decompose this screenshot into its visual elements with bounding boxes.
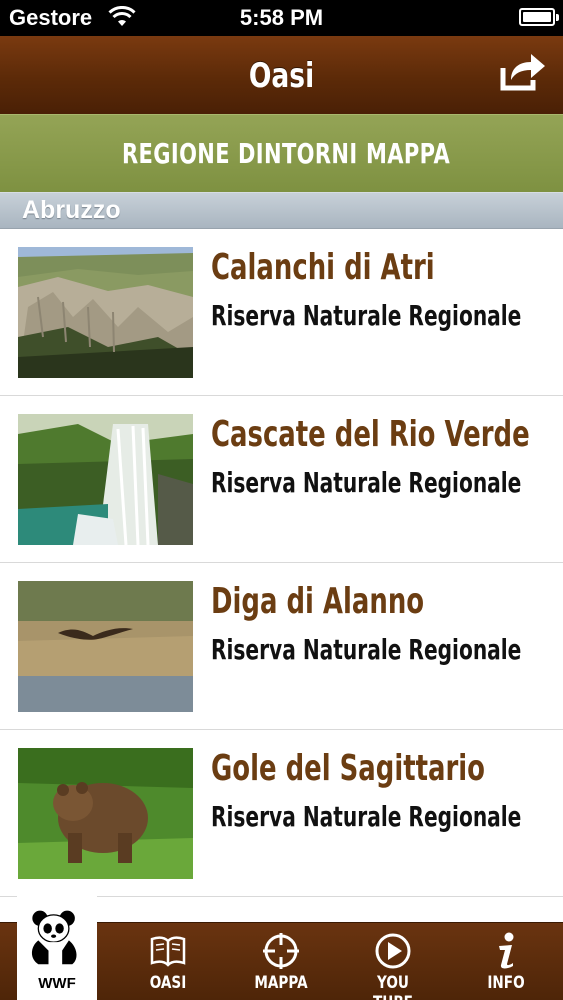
tab-mappa[interactable]: MAPPA	[241, 923, 321, 1000]
battery-icon	[519, 8, 559, 26]
tab-label: OASI	[149, 973, 187, 993]
navigation-bar: Oasi	[0, 36, 563, 114]
list-item[interactable]: Diga di Alanno Riserva Naturale Regional…	[0, 563, 563, 730]
bird-lake-thumbnail	[18, 581, 193, 712]
item-name: Calanchi di Atri	[211, 247, 435, 288]
segment-regione[interactable]: REGIONE	[122, 137, 230, 170]
status-bar: Gestore 5:58 PM	[0, 0, 563, 36]
logo-text: WWF	[38, 975, 76, 992]
segment-dintorni[interactable]: DINTORNI	[238, 137, 358, 170]
info-icon	[499, 932, 514, 969]
segment-mappa[interactable]: MAPPA	[366, 137, 450, 170]
item-type: Riserva Naturale Regionale	[211, 466, 522, 499]
segment-bar: REGIONE DINTORNI MAPPA	[0, 114, 563, 192]
oasis-list: Calanchi di Atri Riserva Naturale Region…	[0, 229, 563, 897]
play-icon	[375, 933, 411, 969]
item-type: Riserva Naturale Regionale	[211, 299, 522, 332]
bear-thumbnail	[18, 748, 193, 879]
waterfall-thumbnail	[18, 414, 193, 545]
wwf-logo[interactable]: WWF	[17, 892, 97, 1000]
section-title: Abruzzo	[22, 196, 121, 224]
page-title: Oasi	[248, 56, 315, 96]
badlands-thumbnail	[18, 247, 193, 378]
section-header: Abruzzo	[0, 192, 563, 229]
tab-label: MAPPA	[254, 973, 308, 993]
tab-info[interactable]: INFO	[466, 923, 546, 1000]
item-name: Gole del Sagittario	[211, 748, 485, 789]
tab-label: YOU TUBE	[373, 973, 413, 1000]
share-arrow-icon[interactable]	[499, 50, 549, 92]
tab-label: INFO	[487, 973, 525, 993]
list-item[interactable]: Cascate del Rio Verde Riserva Naturale R…	[0, 396, 563, 563]
clock: 5:58 PM	[239, 5, 324, 30]
tab-oasi[interactable]: OASI	[128, 923, 208, 1000]
item-name: Diga di Alanno	[211, 581, 425, 622]
list-item[interactable]: Calanchi di Atri Riserva Naturale Region…	[0, 229, 563, 396]
book-icon	[150, 936, 186, 967]
crosshair-icon	[263, 933, 299, 969]
item-type: Riserva Naturale Regionale	[211, 800, 522, 833]
item-name: Cascate del Rio Verde	[211, 414, 530, 455]
tab-youtube[interactable]: YOU TUBE	[353, 923, 433, 1000]
panda-icon	[31, 910, 77, 965]
list-item[interactable]: Gole del Sagittario Riserva Naturale Reg…	[0, 730, 563, 897]
item-type: Riserva Naturale Regionale	[211, 633, 522, 666]
